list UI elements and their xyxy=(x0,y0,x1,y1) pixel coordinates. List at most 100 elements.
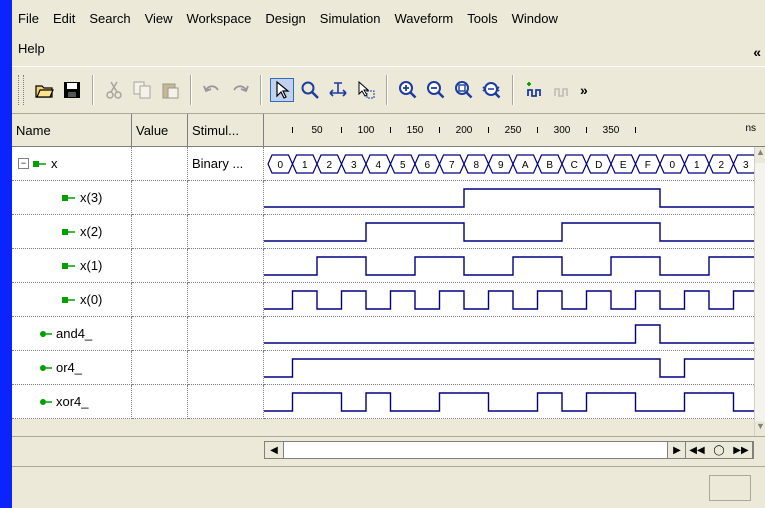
signal-name-cell[interactable]: x(3) xyxy=(12,181,132,215)
select-region-icon[interactable] xyxy=(354,78,378,102)
signal-stimulator-cell[interactable] xyxy=(188,249,264,283)
signal-value-cell xyxy=(132,215,188,249)
waveform-cell[interactable] xyxy=(264,249,754,283)
ruler-tick-label: 250 xyxy=(505,125,522,136)
signal-name-cell[interactable]: x(0) xyxy=(12,283,132,317)
signal-stimulator-cell[interactable] xyxy=(188,385,264,419)
menu-help[interactable]: Help xyxy=(12,41,53,56)
zoom-in-icon[interactable] xyxy=(396,78,420,102)
bus-value-label: 9 xyxy=(498,160,504,171)
signal-stimulator-cell[interactable] xyxy=(188,181,264,215)
vertical-scrollbar[interactable]: ▲ ▼ xyxy=(754,147,765,437)
output-signal-icon xyxy=(40,398,52,405)
waveform-cell[interactable] xyxy=(264,351,754,385)
status-bar xyxy=(12,466,765,508)
signal-row[interactable]: x(0) xyxy=(12,283,754,317)
signal-value-cell xyxy=(132,351,188,385)
edit-signal-icon[interactable] xyxy=(550,78,574,102)
signal-row[interactable]: x(1) xyxy=(12,249,754,283)
signal-name: xor4_ xyxy=(56,394,89,409)
menu-simulation[interactable]: Simulation xyxy=(314,11,389,26)
signal-name-cell[interactable]: x(1) xyxy=(12,249,132,283)
menu-tools[interactable]: Tools xyxy=(461,11,505,26)
zoom-fit-icon[interactable] xyxy=(452,78,476,102)
redo-icon[interactable] xyxy=(228,78,252,102)
measure-icon[interactable] xyxy=(326,78,350,102)
signal-row[interactable]: x(3) xyxy=(12,181,754,215)
waveform-trace xyxy=(264,358,754,378)
menu-view[interactable]: View xyxy=(139,11,181,26)
waveform-cell[interactable] xyxy=(264,215,754,249)
signal-stimulator-cell[interactable] xyxy=(188,283,264,317)
bus-value-label: 0 xyxy=(277,160,283,171)
waveform-cell[interactable] xyxy=(264,317,754,351)
scroll-right-icon[interactable]: ▶ xyxy=(667,442,687,458)
collapse-icon[interactable]: − xyxy=(18,158,29,169)
output-signal-icon xyxy=(40,330,52,337)
menu-overflow-chevron-icon[interactable]: « xyxy=(753,44,761,60)
toolbar-overflow-chevron-icon[interactable]: » xyxy=(580,82,588,98)
zoom-icon[interactable] xyxy=(298,78,322,102)
waveform-cell[interactable] xyxy=(264,385,754,419)
zoom-full-icon[interactable] xyxy=(480,78,504,102)
signal-name-cell[interactable]: x(2) xyxy=(12,215,132,249)
bus-value-label: 2 xyxy=(718,160,724,171)
menu-edit[interactable]: Edit xyxy=(47,11,83,26)
column-header-stimulator[interactable]: Stimul... xyxy=(188,114,264,146)
signal-stimulator-cell[interactable] xyxy=(188,351,264,385)
signal-name-cell[interactable]: and4_ xyxy=(12,317,132,351)
menu-search[interactable]: Search xyxy=(83,11,138,26)
signal-name-cell[interactable]: xor4_ xyxy=(12,385,132,419)
waveform-cell[interactable] xyxy=(264,283,754,317)
scroll-last-icon[interactable]: ▶▶ xyxy=(730,442,753,458)
toolbar-separator xyxy=(260,75,262,105)
column-header-value[interactable]: Value xyxy=(132,114,188,146)
waveform-trace xyxy=(264,392,754,412)
zoom-out-icon[interactable] xyxy=(424,78,448,102)
column-header-name-label: Name xyxy=(16,122,51,138)
add-signal-icon[interactable] xyxy=(522,78,546,102)
column-header-name[interactable]: Name xyxy=(12,114,132,146)
signal-name: x(2) xyxy=(80,224,103,239)
signal-row[interactable]: x(2) xyxy=(12,215,754,249)
input-signal-icon xyxy=(62,228,75,235)
scroll-first-icon[interactable]: ◀◀ xyxy=(685,442,709,458)
status-panel xyxy=(709,475,751,501)
signal-name-cell[interactable]: − x xyxy=(12,147,132,181)
signal-row[interactable]: or4_ xyxy=(12,351,754,385)
scroll-down-icon[interactable]: ▼ xyxy=(755,421,765,437)
waveform-cell[interactable] xyxy=(264,181,754,215)
cut-icon[interactable] xyxy=(102,78,126,102)
toolbar-grip[interactable] xyxy=(18,75,24,105)
scroll-up-icon[interactable]: ▲ xyxy=(755,147,765,163)
signal-stimulator-cell[interactable] xyxy=(188,317,264,351)
undo-icon[interactable] xyxy=(200,78,224,102)
pointer-icon[interactable] xyxy=(270,78,294,102)
bus-value-label: 3 xyxy=(351,160,357,171)
menu-window[interactable]: Window xyxy=(506,11,566,26)
menu-workspace[interactable]: Workspace xyxy=(181,11,260,26)
signal-stimulator-cell[interactable]: Binary ... xyxy=(188,147,264,181)
copy-icon[interactable] xyxy=(130,78,154,102)
signal-name: x(3) xyxy=(80,190,103,205)
waveform-cell[interactable]: 0 1 2 3 4 5 6 7 8 9 A B C D E F 0 1 2 3 xyxy=(264,147,754,181)
input-signal-icon xyxy=(33,160,46,167)
bus-value-label: E xyxy=(620,160,627,171)
time-ruler[interactable]: 50 100 150 200 250 300 350 ns xyxy=(264,114,765,146)
menu-file[interactable]: File xyxy=(12,11,47,26)
menu-design[interactable]: Design xyxy=(259,11,313,26)
save-icon[interactable] xyxy=(60,78,84,102)
signal-row[interactable]: − x Binary ... 0 1 2 3 4 5 6 7 8 9 A B C D E F 0 1 2 3 xyxy=(12,147,754,181)
horizontal-scrollbar[interactable]: ◀ ▶ ◀◀ ◯ ▶▶ xyxy=(264,441,754,459)
signal-row[interactable]: xor4_ xyxy=(12,385,754,419)
signal-row[interactable]: and4_ xyxy=(12,317,754,351)
scroll-left-icon[interactable]: ◀ xyxy=(265,442,284,458)
toolbar-separator xyxy=(512,75,514,105)
menu-waveform[interactable]: Waveform xyxy=(388,11,461,26)
paste-icon[interactable] xyxy=(158,78,182,102)
signal-name-cell[interactable]: or4_ xyxy=(12,351,132,385)
signal-stimulator-cell[interactable] xyxy=(188,215,264,249)
signal-value-cell xyxy=(132,317,188,351)
scroll-center-icon[interactable]: ◯ xyxy=(708,442,731,458)
open-folder-icon[interactable] xyxy=(32,78,56,102)
